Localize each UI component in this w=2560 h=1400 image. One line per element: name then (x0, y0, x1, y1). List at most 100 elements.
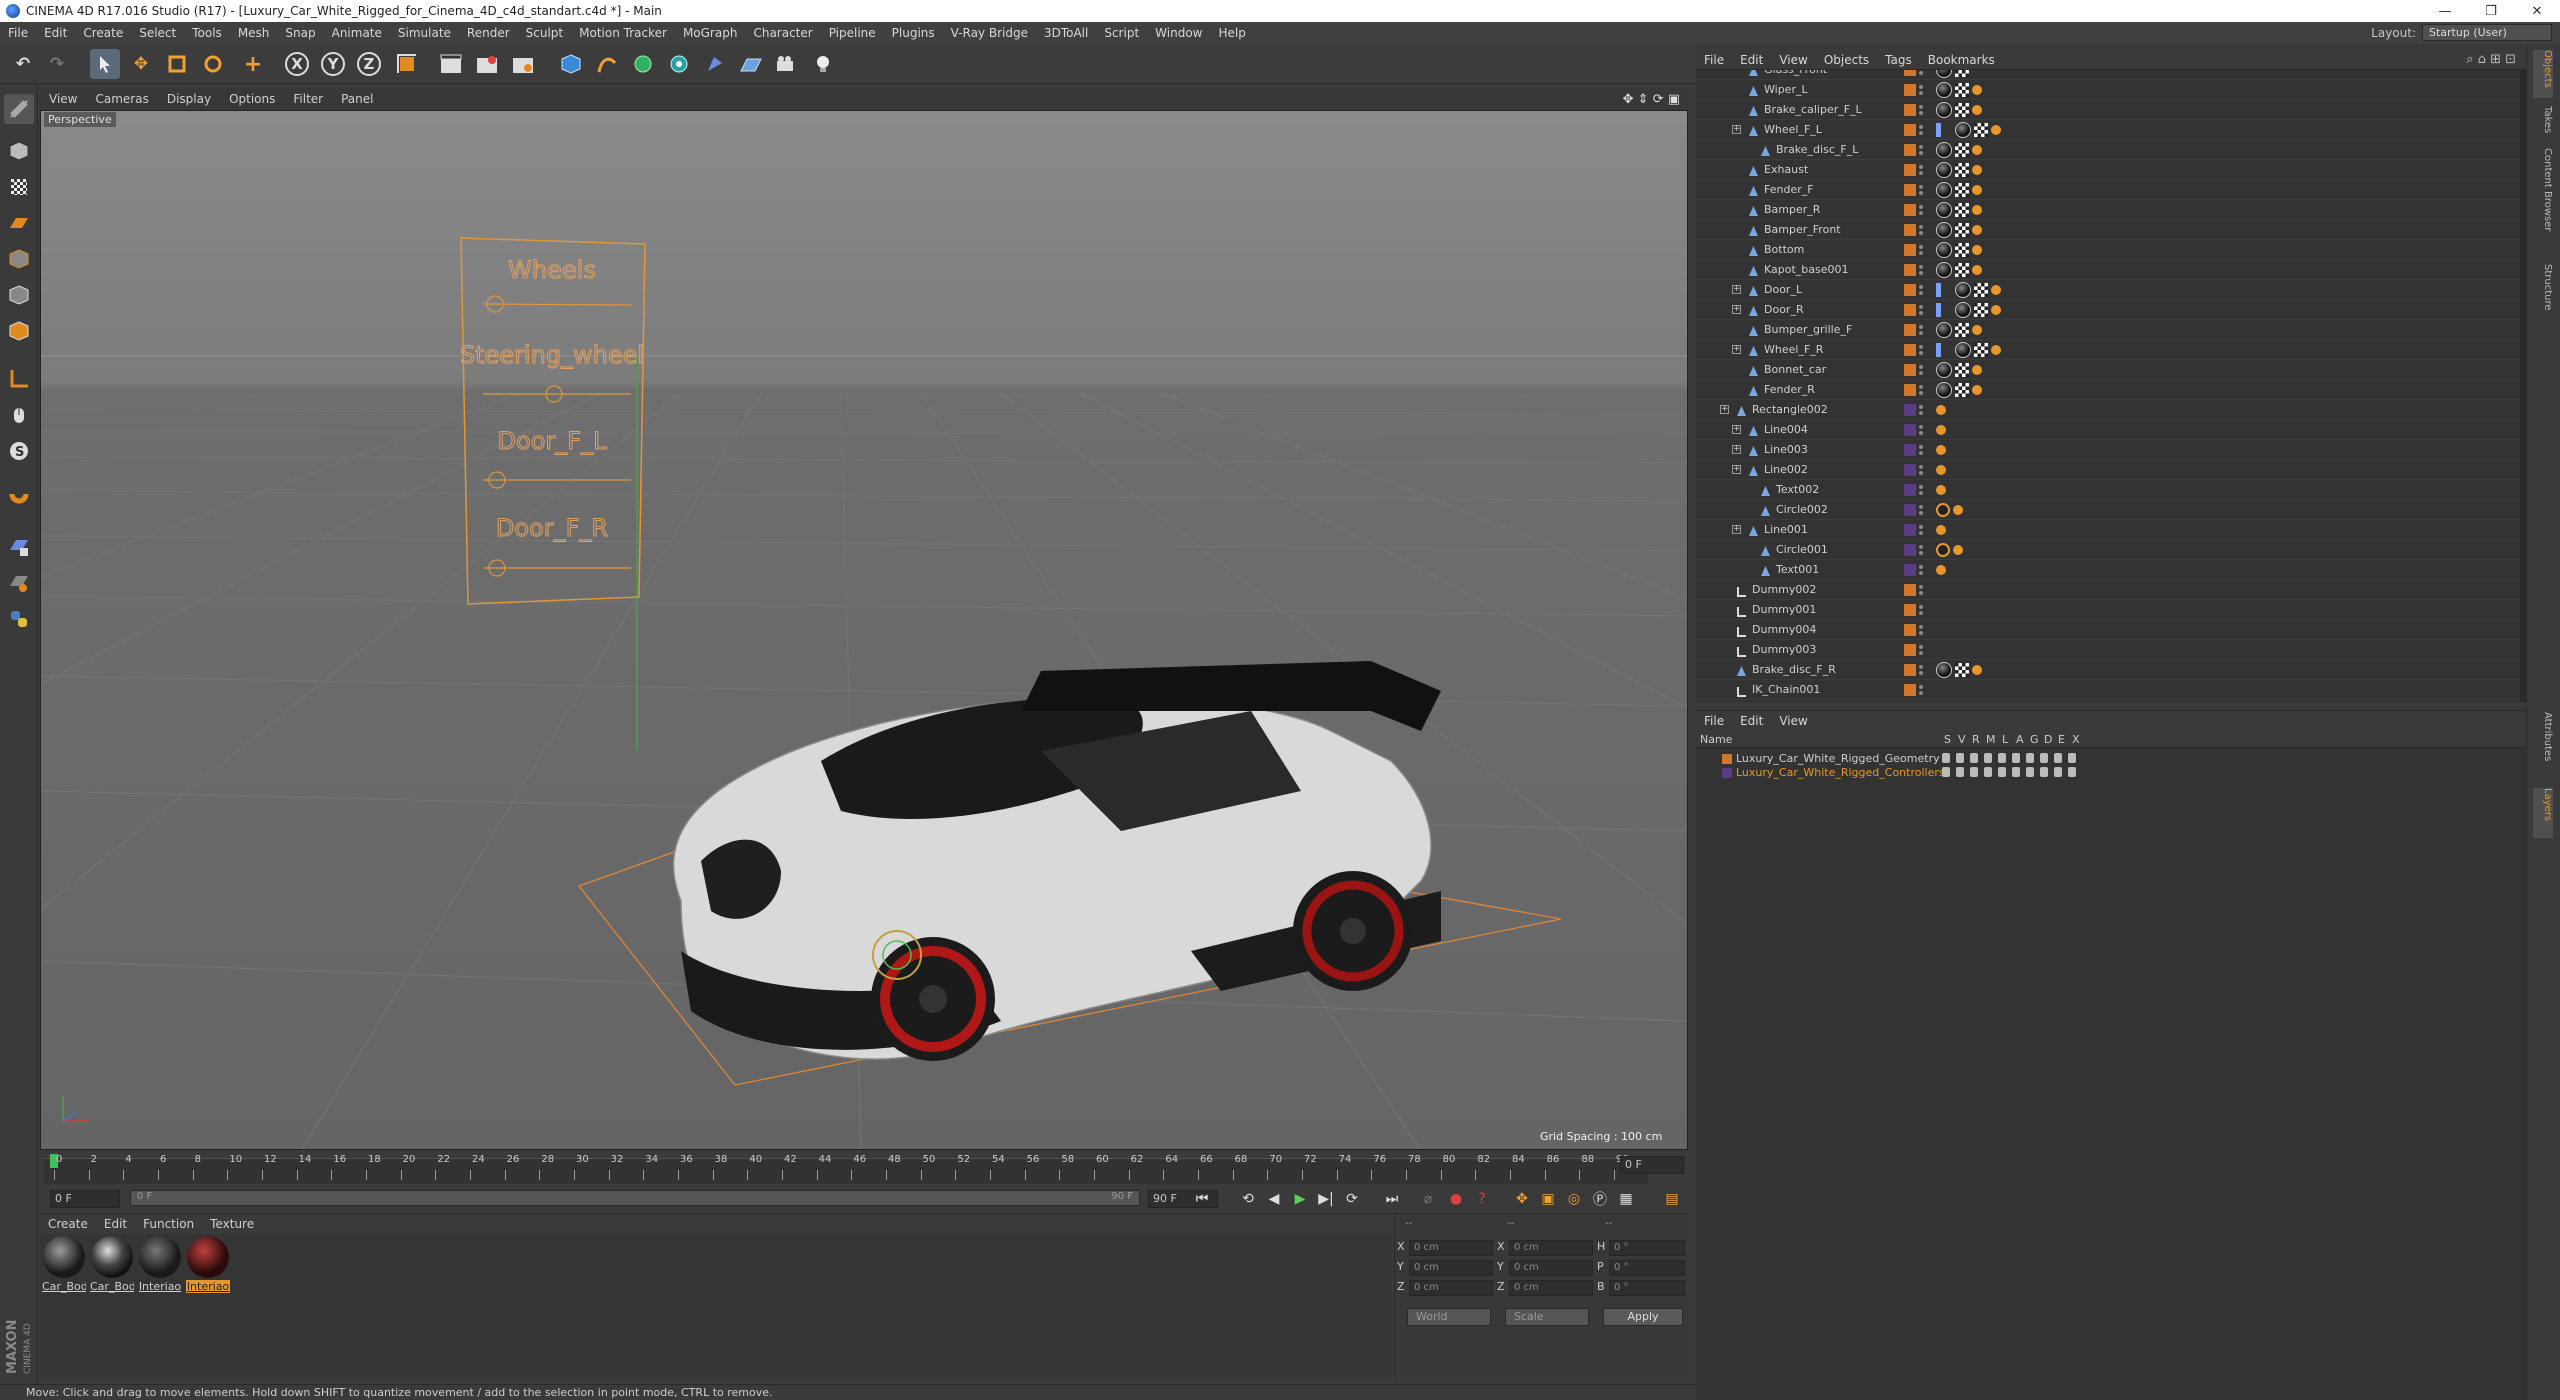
menu-edit[interactable]: Edit (36, 26, 75, 40)
layer-color-swatch[interactable] (1904, 384, 1916, 396)
object-menu-objects[interactable]: Objects (1816, 53, 1877, 67)
object-menu-tags[interactable]: Tags (1877, 53, 1920, 67)
object-menu-edit[interactable]: Edit (1732, 53, 1771, 67)
menu-sculpt[interactable]: Sculpt (518, 26, 571, 40)
object-row[interactable]: Kapot_base001 (1696, 260, 2526, 280)
layer-color-swatch[interactable] (1904, 504, 1916, 516)
expand-toggle-icon[interactable]: + (1732, 445, 1741, 454)
layer-color-swatch[interactable] (1904, 684, 1916, 696)
menu-3dtoall[interactable]: 3DToAll (1036, 26, 1096, 40)
rotate-tool-icon[interactable] (198, 49, 228, 79)
texture-tag-icon[interactable] (1955, 183, 1969, 197)
layer-color-swatch[interactable] (1904, 584, 1916, 596)
texture-mode-icon[interactable] (4, 172, 34, 202)
key-pla-icon[interactable]: ▦ (1614, 1188, 1638, 1210)
expand-toggle-icon[interactable]: + (1732, 425, 1741, 434)
texture-tag-icon[interactable] (1955, 663, 1969, 677)
x-axis-lock-button[interactable]: X (282, 49, 312, 79)
layer-color-swatch[interactable] (1904, 184, 1916, 196)
texture-tag-icon[interactable] (1955, 383, 1969, 397)
timeline-layout-icon[interactable]: ▤ (1660, 1188, 1684, 1210)
texture-tag-icon[interactable] (1955, 263, 1969, 277)
visibility-dots[interactable] (1918, 123, 1924, 137)
visibility-dots[interactable] (1918, 263, 1924, 277)
viewport-menu-view[interactable]: View (40, 92, 86, 106)
menu-vray-bridge[interactable]: V-Ray Bridge (943, 26, 1036, 40)
visibility-dots[interactable] (1918, 83, 1924, 97)
visibility-dots[interactable] (1918, 223, 1924, 237)
live-selection-icon[interactable] (90, 49, 120, 79)
texture-tag-icon[interactable] (1974, 123, 1988, 137)
visibility-dots[interactable] (1918, 383, 1924, 397)
menu-tools[interactable]: Tools (184, 26, 230, 40)
visibility-dots[interactable] (1918, 563, 1924, 577)
selection-tag-icon[interactable] (1936, 445, 1946, 455)
layer-flags[interactable] (1942, 753, 2076, 763)
selection-tag-icon[interactable] (1936, 525, 1946, 535)
selection-tag-icon[interactable] (1936, 465, 1946, 475)
position-x-field[interactable]: 0 cm (1409, 1240, 1493, 1256)
polygons-mode-icon[interactable] (4, 316, 34, 346)
material-menu-create[interactable]: Create (40, 1217, 96, 1231)
object-row[interactable]: Dummy001 (1696, 600, 2526, 620)
rotation-b-field[interactable]: 0 ° (1609, 1280, 1685, 1296)
selection-tag-icon[interactable] (1972, 85, 1982, 95)
object-menu-bookmarks[interactable]: Bookmarks (1920, 53, 2003, 67)
undo-icon[interactable]: ↶ (8, 49, 38, 79)
object-row[interactable]: Text002 (1696, 480, 2526, 500)
visibility-dots[interactable] (1918, 103, 1924, 117)
texture-tag-icon[interactable] (1955, 163, 1969, 177)
texture-tag-icon[interactable] (1955, 363, 1969, 377)
layer-color-swatch[interactable] (1904, 264, 1916, 276)
current-frame-field[interactable]: 0 F (1620, 1156, 1684, 1174)
light-icon[interactable] (808, 49, 838, 79)
viewport-camera-label[interactable]: Perspective (44, 112, 116, 127)
selection-tag-icon[interactable] (1991, 285, 2001, 295)
object-row[interactable]: Bottom (1696, 240, 2526, 260)
material-swatch[interactable]: Car_Bod (90, 1236, 134, 1293)
next-frame-icon[interactable]: ▶| (1314, 1188, 1338, 1210)
material-tag-icon[interactable] (1955, 282, 1971, 298)
layer-color-swatch[interactable] (1904, 644, 1916, 656)
subdivision-surface-icon[interactable] (628, 49, 658, 79)
menu-motion-tracker[interactable]: Motion Tracker (571, 26, 675, 40)
expand-toggle-icon[interactable]: + (1732, 525, 1741, 534)
tab-layers[interactable]: Layers (2533, 788, 2553, 838)
layer-menu-edit[interactable]: Edit (1732, 714, 1771, 728)
material-tag-icon[interactable] (1936, 662, 1952, 678)
menu-simulate[interactable]: Simulate (390, 26, 459, 40)
object-row[interactable]: Circle001 (1696, 540, 2526, 560)
menu-mograph[interactable]: MoGraph (675, 26, 746, 40)
size-mode-dropdown[interactable]: Scale (1505, 1308, 1589, 1326)
material-tag-icon[interactable] (1936, 70, 1952, 78)
menu-plugins[interactable]: Plugins (884, 26, 943, 40)
rotation-h-field[interactable]: 0 ° (1609, 1240, 1685, 1256)
material-tag-icon[interactable] (1936, 102, 1952, 118)
render-settings-icon[interactable] (508, 49, 538, 79)
expand-toggle-icon[interactable]: + (1732, 465, 1741, 474)
scale-tool-icon[interactable] (162, 49, 192, 79)
selection-tag-icon[interactable] (1953, 505, 1963, 515)
visibility-dots[interactable] (1918, 643, 1924, 657)
next-key-icon[interactable]: ⟳ (1340, 1188, 1364, 1210)
texture-tag-icon[interactable] (1974, 343, 1988, 357)
layer-menu-view[interactable]: View (1771, 714, 1815, 728)
selection-tag-icon[interactable] (1972, 105, 1982, 115)
selection-tag-icon[interactable] (1972, 185, 1982, 195)
layer-color-swatch[interactable] (1904, 604, 1916, 616)
object-row[interactable]: + Line004 (1696, 420, 2526, 440)
texture-tag-icon[interactable] (1955, 223, 1969, 237)
expand-toggle-icon[interactable]: + (1732, 125, 1741, 134)
layer-color-swatch[interactable] (1904, 664, 1916, 676)
python-icon[interactable] (4, 604, 34, 634)
material-tag-icon[interactable] (1936, 162, 1952, 178)
visibility-dots[interactable] (1918, 483, 1924, 497)
visibility-dots[interactable] (1918, 523, 1924, 537)
selection-tag-icon[interactable] (1972, 325, 1982, 335)
layer-color-swatch[interactable] (1904, 104, 1916, 116)
material-swatch[interactable]: Interiao (138, 1236, 182, 1293)
layer-color-swatch[interactable] (1904, 424, 1916, 436)
layer-color-swatch[interactable] (1904, 464, 1916, 476)
material-swatch-selected[interactable]: Interiao (186, 1236, 230, 1293)
material-tag-icon[interactable] (1936, 262, 1952, 278)
